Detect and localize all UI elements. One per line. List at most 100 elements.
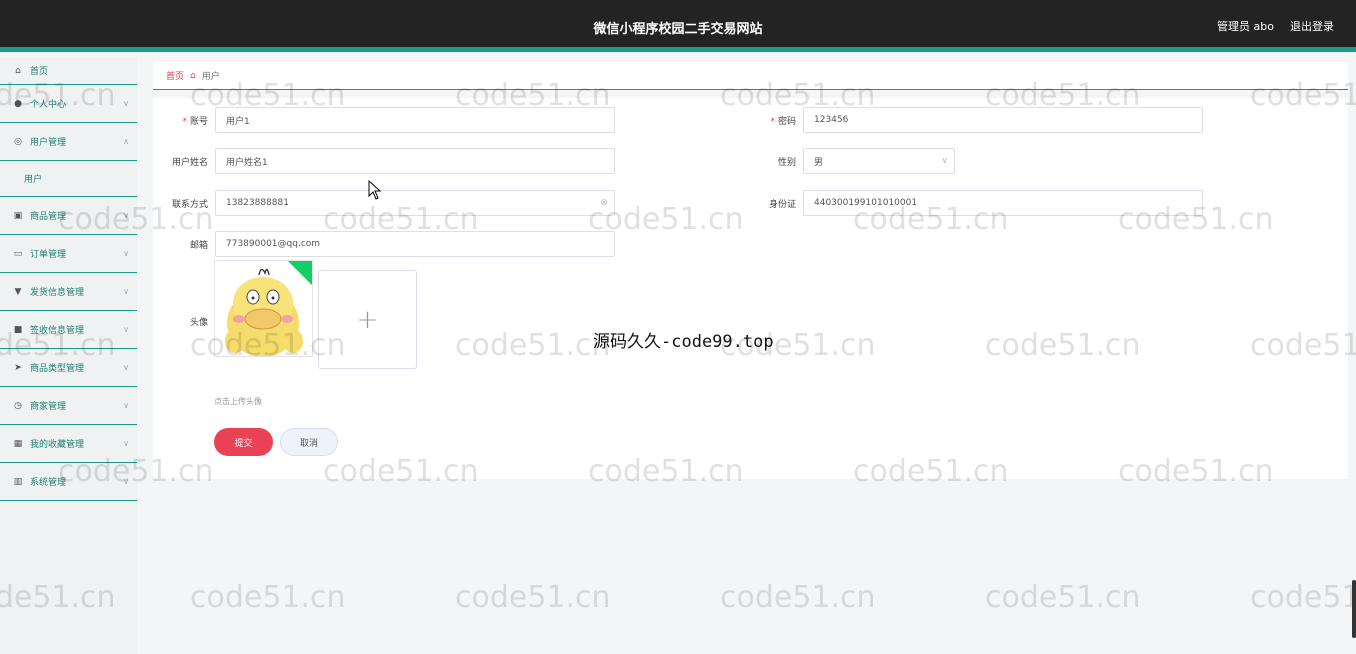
chevron-down-icon: ∨: [123, 287, 129, 296]
submit-button[interactable]: 提交: [214, 428, 273, 456]
cancel-button[interactable]: 取消: [280, 428, 338, 456]
gender-select[interactable]: 男 ∨: [803, 148, 955, 174]
receipt-icon: ■: [13, 324, 23, 335]
sidebar: ⌂ 首页 ● 个人中心 ∨ ◎ 用户管理 ∧ 用户 ▣ 商品管理 ∨ ▭ 订单管…: [0, 57, 137, 654]
user-manage-icon: ◎: [14, 136, 22, 147]
sidebar-item-label: 商家管理: [30, 402, 67, 412]
chevron-down-icon: ∨: [123, 477, 129, 486]
contact-row: 联系方式 13823888881 ⊗: [153, 190, 615, 216]
sidebar-item-order[interactable]: ▭ 订单管理 ∨: [0, 235, 137, 273]
order-icon: ▭: [13, 248, 23, 259]
breadcrumb-home[interactable]: 首页: [166, 69, 184, 82]
sidebar-item-label: 我的收藏管理: [30, 440, 85, 450]
password-row: * 密码 123456: [741, 107, 1203, 133]
name-input[interactable]: 用户姓名1: [215, 148, 615, 174]
logout-link[interactable]: 退出登录: [1290, 18, 1334, 34]
chevron-down-icon: ∨: [123, 211, 129, 220]
chevron-down-icon: ∨: [123, 325, 129, 334]
sidebar-item-shipping[interactable]: ▼ 发货信息管理 ∨: [0, 273, 137, 311]
sidebar-item-home[interactable]: ⌂ 首页: [0, 57, 137, 85]
watermark-text: code51.cn: [720, 580, 876, 615]
chevron-down-icon: ∨: [123, 401, 129, 410]
avatar-row: 头像: [153, 315, 215, 328]
breadcrumb: 首页 ⌂ 用户: [153, 62, 1348, 90]
sidebar-item-label: 订单管理: [30, 250, 67, 260]
gender-label: 性别: [777, 157, 796, 168]
chevron-down-icon: ∨: [941, 156, 948, 166]
chevron-up-icon: ∧: [123, 137, 129, 146]
sidebar-item-user-manage[interactable]: ◎ 用户管理 ∧: [0, 123, 137, 161]
avatar-preview[interactable]: [214, 260, 313, 357]
name-label: 用户姓名: [171, 157, 208, 168]
home-icon: ⌂: [190, 70, 196, 81]
sidebar-item-label: 商品管理: [30, 212, 67, 222]
person-icon: ●: [14, 98, 22, 109]
psyduck-avatar-image: [215, 261, 312, 356]
sidebar-item-label: 用户: [24, 175, 43, 185]
upload-avatar-button[interactable]: +: [318, 270, 417, 369]
sidebar-item-category[interactable]: ➤ 商品类型管理 ∨: [0, 349, 137, 387]
sidebar-item-label: 系统管理: [30, 478, 67, 488]
system-icon: ▥: [13, 476, 23, 487]
sidebar-item-label: 商品类型管理: [30, 364, 85, 374]
current-user: 管理员 abo: [1217, 20, 1274, 33]
favorite-icon: ▦: [13, 438, 23, 449]
breadcrumb-current: 用户: [201, 72, 220, 82]
contact-input[interactable]: 13823888881 ⊗: [215, 190, 615, 216]
contact-value: 13823888881: [226, 198, 289, 208]
chevron-down-icon: ∨: [123, 249, 129, 258]
goods-icon: ▣: [13, 210, 23, 221]
contact-label: 联系方式: [171, 199, 208, 210]
email-label: 邮箱: [189, 240, 208, 251]
required-mark: *: [182, 116, 187, 127]
sidebar-item-label: 发货信息管理: [30, 288, 85, 298]
gender-row: 性别 男 ∨: [741, 148, 955, 174]
avatar-label: 头像: [189, 318, 208, 328]
sidebar-item-personal[interactable]: ● 个人中心 ∨: [0, 85, 137, 123]
sidebar-item-merchant[interactable]: ◷ 商家管理 ∨: [0, 387, 137, 425]
required-mark: *: [770, 116, 775, 127]
sidebar-subitem-user[interactable]: 用户: [0, 161, 137, 197]
sidebar-item-favorite[interactable]: ▦ 我的收藏管理 ∨: [0, 425, 137, 463]
idcard-input[interactable]: 440300199101010001: [803, 190, 1203, 216]
password-label: * 密码: [770, 116, 796, 127]
name-row: 用户姓名 用户姓名1: [153, 148, 615, 174]
upload-hint: 点击上传头像: [214, 397, 262, 406]
chevron-down-icon: ∨: [123, 99, 129, 108]
sidebar-item-goods[interactable]: ▣ 商品管理 ∨: [0, 197, 137, 235]
watermark-text: code51.cn: [190, 580, 346, 615]
mouse-cursor-icon: [368, 180, 382, 200]
gender-value: 男: [814, 157, 824, 168]
account-input[interactable]: 用户1: [215, 107, 615, 133]
sidebar-item-label: 签收信息管理: [30, 326, 85, 336]
main-content: 首页 ⌂ 用户 * 账号 用户1 * 密码 123456 用户姓名 用户姓名1 性别…: [153, 62, 1348, 479]
category-icon: ➤: [14, 362, 22, 373]
sidebar-item-label: 用户管理: [30, 138, 67, 148]
source-overlay-text: 源码久久-code99.top: [593, 332, 774, 352]
plus-icon: +: [356, 304, 379, 335]
account-row: * 账号 用户1: [153, 107, 615, 133]
watermark-text: code51.cn: [455, 580, 611, 615]
sidebar-item-receipt[interactable]: ■ 签收信息管理 ∨: [0, 311, 137, 349]
sidebar-item-label: 个人中心: [30, 100, 67, 110]
clear-icon[interactable]: ⊗: [600, 198, 608, 208]
sidebar-item-label: 首页: [30, 67, 49, 77]
shipping-icon: ▼: [14, 286, 22, 297]
email-input[interactable]: 773890001@qq.com: [215, 231, 615, 257]
account-label: * 账号: [182, 116, 208, 127]
sidebar-item-system[interactable]: ▥ 系统管理 ∨: [0, 463, 137, 501]
watermark-text: code51.cn: [1250, 580, 1356, 615]
clock-icon: ◷: [14, 400, 22, 411]
email-row: 邮箱 773890001@qq.com: [153, 231, 615, 257]
scrollbar-thumb[interactable]: [1352, 580, 1356, 638]
watermark-text: code51.cn: [985, 580, 1141, 615]
app-title: 微信小程序校园二手交易网站: [593, 22, 763, 37]
password-input[interactable]: 123456: [803, 107, 1203, 133]
top-header: 微信小程序校园二手交易网站 管理员 abo 退出登录: [0, 0, 1356, 52]
user-form: * 账号 用户1 * 密码 123456 用户姓名 用户姓名1 性别 男 ∨ 联系方…: [153, 98, 1348, 479]
chevron-down-icon: ∨: [123, 363, 129, 372]
home-icon: ⌂: [15, 65, 21, 76]
idcard-label: 身份证: [768, 199, 796, 210]
idcard-row: 身份证 440300199101010001: [741, 190, 1203, 216]
chevron-down-icon: ∨: [123, 439, 129, 448]
